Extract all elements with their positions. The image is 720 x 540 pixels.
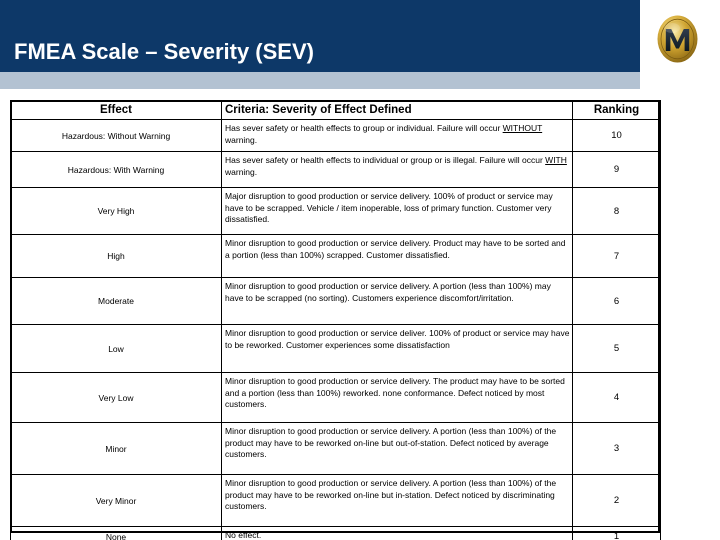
table-row: Moderate Minor disruption to good product… [10, 277, 661, 325]
cell-effect: Very Minor [10, 474, 222, 527]
cell-effect: Very Low [10, 372, 222, 423]
cell-criteria: Minor disruption to good production or s… [221, 474, 573, 527]
cell-ranking: 6 [572, 277, 661, 325]
cell-criteria: No effect. [221, 526, 573, 540]
table-row: Hazardous: With Warning Has sever safety … [10, 151, 661, 188]
cell-effect: Moderate [10, 277, 222, 325]
cell-effect: High [10, 234, 222, 278]
cell-ranking: 7 [572, 234, 661, 278]
cell-criteria: Minor disruption to good production or s… [221, 324, 573, 373]
column-header-criteria: Criteria: Severity of Effect Defined [221, 100, 573, 120]
table-row: Very Minor Minor disruption to good produ… [10, 474, 661, 527]
table-row: Very Low Minor disruption to good product… [10, 372, 661, 423]
table-row: Minor Minor disruption to good production… [10, 422, 661, 475]
header-banner-accent [0, 72, 640, 89]
cell-ranking: 10 [572, 119, 661, 152]
cell-criteria: Minor disruption to good production or s… [221, 372, 573, 423]
fmea-severity-table: Effect Criteria: Severity of Effect Defi… [10, 100, 661, 540]
cell-effect: Hazardous: With Warning [10, 151, 222, 188]
cell-effect: Minor [10, 422, 222, 475]
column-header-ranking: Ranking [572, 100, 661, 120]
cell-ranking: 5 [572, 324, 661, 373]
cell-ranking: 4 [572, 372, 661, 423]
table-row: None No effect. 1 [10, 526, 661, 540]
company-medallion-logo-icon [655, 13, 700, 65]
cell-criteria: Has sever safety or health effects to gr… [221, 119, 573, 152]
cell-ranking: 3 [572, 422, 661, 475]
column-header-effect: Effect [10, 100, 222, 120]
cell-criteria: Major disruption to good production or s… [221, 187, 573, 235]
cell-criteria: Minor disruption to good production or s… [221, 422, 573, 475]
table-body: Hazardous: Without Warning Has sever safe… [10, 119, 661, 540]
cell-criteria: Has sever safety or health effects to in… [221, 151, 573, 188]
cell-effect: Very High [10, 187, 222, 235]
cell-effect: Hazardous: Without Warning [10, 119, 222, 152]
cell-effect: Low [10, 324, 222, 373]
cell-criteria: Minor disruption to good production or s… [221, 234, 573, 278]
cell-ranking: 2 [572, 474, 661, 527]
slide-canvas: FMEA Scale – Severity (SEV) Effect Crite… [0, 0, 720, 540]
cell-ranking: 8 [572, 187, 661, 235]
table-row: High Minor disruption to good production … [10, 234, 661, 278]
table-header-row: Effect Criteria: Severity of Effect Defi… [10, 100, 661, 120]
cell-criteria: Minor disruption to good production or s… [221, 277, 573, 325]
page-title: FMEA Scale – Severity (SEV) [14, 39, 314, 64]
table-row: Hazardous: Without Warning Has sever safe… [10, 119, 661, 152]
table-header: Effect Criteria: Severity of Effect Defi… [10, 100, 661, 120]
table-row: Very High Major disruption to good produc… [10, 187, 661, 235]
cell-effect: None [10, 526, 222, 540]
cell-ranking: 1 [572, 526, 661, 540]
table-row: Low Minor disruption to good production o… [10, 324, 661, 373]
cell-ranking: 9 [572, 151, 661, 188]
